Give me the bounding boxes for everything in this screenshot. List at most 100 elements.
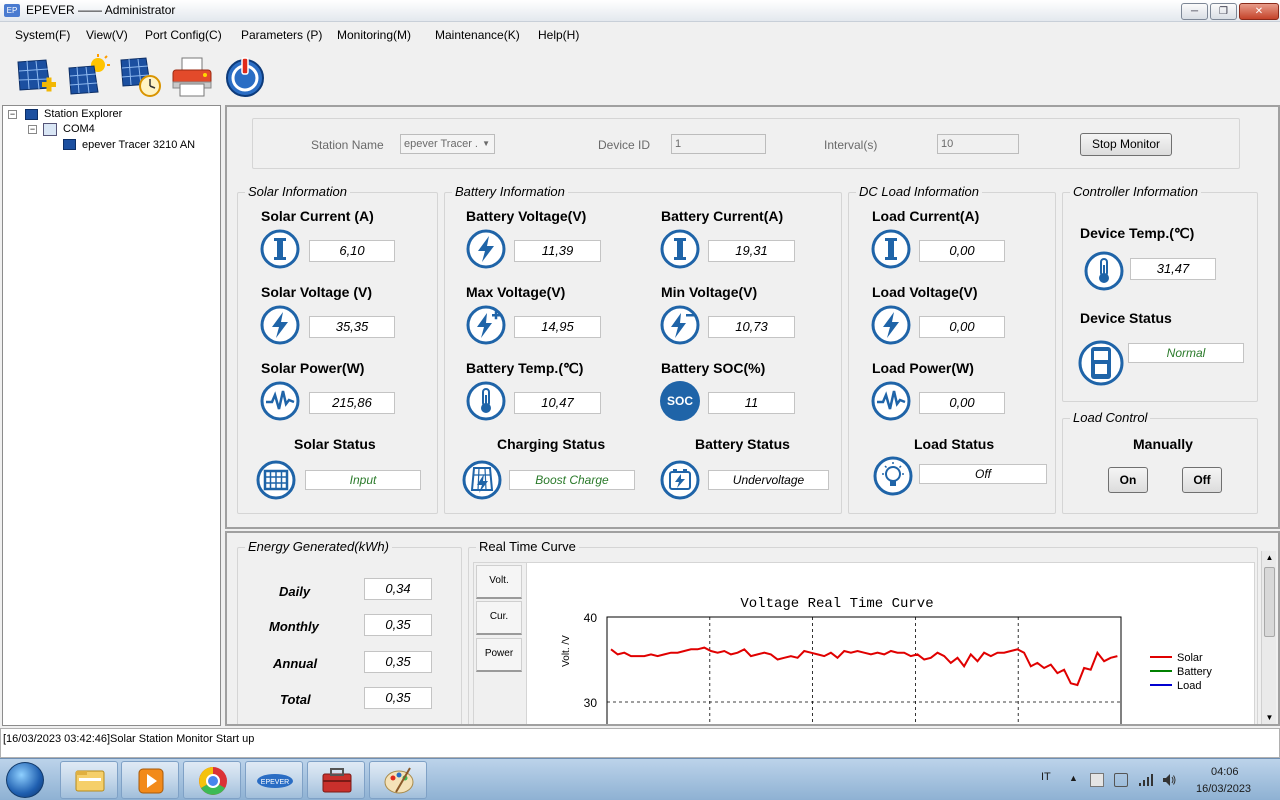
tab-current[interactable]: Cur. xyxy=(476,601,522,635)
tree-item-device[interactable]: epever Tracer 3210 AN xyxy=(82,139,195,151)
load-on-button[interactable]: On xyxy=(1108,467,1148,493)
toolbox-icon[interactable] xyxy=(307,761,365,799)
taskbar: EPEVER IT ▲ 04:06 16/03/2023 xyxy=(0,758,1280,800)
solar-power-label: Solar Power(W) xyxy=(261,360,365,376)
annual-label: Annual xyxy=(273,656,318,671)
power-icon[interactable] xyxy=(223,54,267,98)
solar-info-title: Solar Information xyxy=(245,184,350,199)
max-voltage-value: 14,95 xyxy=(514,316,601,338)
tab-power[interactable]: Power xyxy=(476,638,522,672)
energy-group: Energy Generated(kWh) Daily 0,34 Monthly… xyxy=(237,539,462,724)
station-name-select[interactable]: epever Tracer . ▼ xyxy=(400,134,495,154)
network-signal-icon[interactable] xyxy=(1138,773,1153,787)
action-center-flag-icon[interactable] xyxy=(1090,773,1104,787)
solar-config-icon[interactable] xyxy=(66,54,110,98)
scroll-down-arrow-icon[interactable]: ▼ xyxy=(1263,711,1276,724)
usb-device-icon[interactable] xyxy=(1114,773,1128,787)
load-off-button[interactable]: Off xyxy=(1182,467,1222,493)
battery-icon xyxy=(660,460,700,500)
min-voltage-label: Min Voltage(V) xyxy=(661,284,758,300)
add-station-icon[interactable] xyxy=(14,54,58,98)
tree-item-station-explorer[interactable]: Station Explorer xyxy=(44,108,122,120)
menu-port-config[interactable]: Port Config(C) xyxy=(145,28,222,42)
pulse-icon xyxy=(260,381,300,421)
load-power-label: Load Power(W) xyxy=(872,360,974,376)
battery-info-title: Battery Information xyxy=(452,184,568,199)
tree-collapse-icon[interactable]: − xyxy=(28,125,37,134)
daily-label: Daily xyxy=(279,584,311,599)
menu-maintenance[interactable]: Maintenance(K) xyxy=(435,28,520,42)
interval-field[interactable]: 10 xyxy=(937,134,1019,154)
volume-icon[interactable] xyxy=(1161,772,1177,788)
device-temp-label: Device Temp.(℃) xyxy=(1080,225,1195,241)
device-temp-value: 31,47 xyxy=(1130,258,1216,280)
tree-item-com4[interactable]: COM4 xyxy=(63,123,95,135)
tree-collapse-icon[interactable]: − xyxy=(8,110,17,119)
load-voltage-label: Load Voltage(V) xyxy=(872,284,978,300)
scroll-up-arrow-icon[interactable]: ▲ xyxy=(1263,551,1276,565)
printer-icon[interactable] xyxy=(170,54,214,98)
battery-temp-label: Battery Temp.(℃) xyxy=(466,360,584,376)
y-tick-label: 30 xyxy=(584,696,598,710)
charging-status-label: Charging Status xyxy=(497,436,606,452)
max-voltage-icon xyxy=(466,305,506,345)
load-current-label: Load Current(A) xyxy=(872,208,980,224)
device-id-field[interactable]: 1 xyxy=(671,134,766,154)
device-status-value: Normal xyxy=(1128,343,1244,363)
legend-label-battery: Battery xyxy=(1177,666,1212,678)
solar-panel-icon xyxy=(256,460,296,500)
min-voltage-icon xyxy=(660,305,700,345)
station-name-label: Station Name xyxy=(311,138,384,152)
menu-help[interactable]: Help(H) xyxy=(538,28,579,42)
language-indicator[interactable]: IT xyxy=(1041,771,1051,783)
tray-expand-icon[interactable]: ▲ xyxy=(1069,773,1078,783)
station-explorer-tree: − Station Explorer − COM4 epever Tracer … xyxy=(2,105,221,726)
controller-info-group: Controller Information Device Temp.(℃) 3… xyxy=(1062,184,1258,402)
real-time-curve-group: Real Time Curve Volt. Cur. Power Voltage… xyxy=(468,539,1258,724)
scrollbar-thumb[interactable] xyxy=(1264,567,1275,637)
chart-canvas: Voltage Real Time Curve Volt. /V 40 30 Solar… xyxy=(526,563,1254,724)
current-icon xyxy=(260,229,300,269)
current-icon xyxy=(660,229,700,269)
clock-date[interactable]: 16/03/2023 xyxy=(1196,783,1251,795)
battery-voltage-label: Battery Voltage(V) xyxy=(466,208,587,224)
epever-icon[interactable]: EPEVER xyxy=(245,761,303,799)
vertical-scrollbar[interactable]: ▲ ▼ xyxy=(1261,551,1276,724)
lightning-icon xyxy=(466,229,506,269)
paint-icon[interactable] xyxy=(369,761,427,799)
minimize-button[interactable]: ─ xyxy=(1181,3,1208,20)
min-voltage-value: 10,73 xyxy=(708,316,795,338)
chrome-icon[interactable] xyxy=(183,761,241,799)
media-player-icon[interactable] xyxy=(121,761,179,799)
legend-label-solar: Solar xyxy=(1177,652,1203,664)
maximize-button[interactable]: ❐ xyxy=(1210,3,1237,20)
light-bulb-icon xyxy=(873,456,913,496)
menu-view[interactable]: View(V) xyxy=(86,28,128,42)
load-control-group: Load Control Manually On Off xyxy=(1062,410,1258,514)
device-status-label: Device Status xyxy=(1080,310,1172,326)
chart-ylabel: Volt. /V xyxy=(561,635,572,667)
solar-clock-icon[interactable] xyxy=(118,54,162,98)
start-button-icon[interactable] xyxy=(6,762,44,798)
clock-time[interactable]: 04:06 xyxy=(1211,766,1239,778)
daily-value: 0,34 xyxy=(364,578,432,600)
menu-system[interactable]: System(F) xyxy=(15,28,70,42)
solar-panel-icon xyxy=(63,139,76,150)
max-voltage-label: Max Voltage(V) xyxy=(466,284,566,300)
window-title: EPEVER —— Administrator xyxy=(26,3,176,17)
solar-power-value: 215,86 xyxy=(309,392,395,414)
menu-monitoring[interactable]: Monitoring(M) xyxy=(337,28,411,42)
title-bar: EP EPEVER —— Administrator ─ ❐ ✕ xyxy=(0,0,1280,22)
annual-value: 0,35 xyxy=(364,651,432,673)
charging-status-value: Boost Charge xyxy=(509,470,635,490)
energy-title: Energy Generated(kWh) xyxy=(245,539,392,554)
tab-volt[interactable]: Volt. xyxy=(476,565,522,599)
monitor-panel: Station Name epever Tracer . ▼ Device ID… xyxy=(225,105,1280,529)
soc-icon: SOC xyxy=(660,381,700,421)
menu-parameters[interactable]: Parameters (P) xyxy=(241,28,322,42)
stop-monitor-button[interactable]: Stop Monitor xyxy=(1080,133,1172,156)
explorer-icon[interactable] xyxy=(60,761,118,799)
thermometer-icon xyxy=(1084,251,1124,291)
close-button[interactable]: ✕ xyxy=(1239,3,1279,20)
battery-status-label: Battery Status xyxy=(695,436,790,452)
